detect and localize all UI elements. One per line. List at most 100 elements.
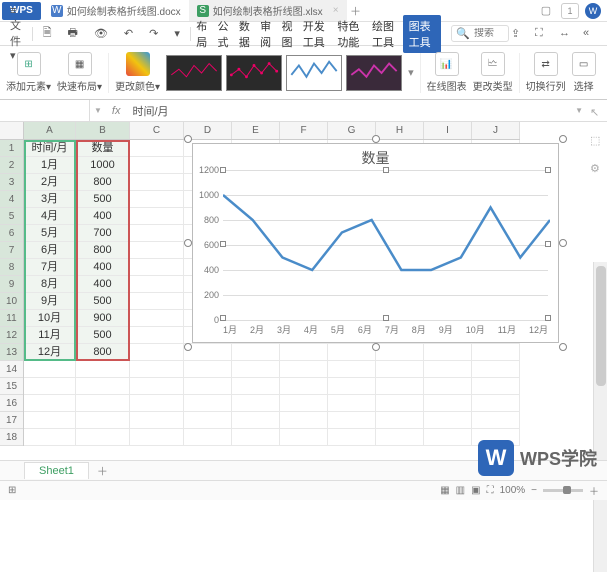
zoom-in-button[interactable]: ＋ bbox=[589, 483, 599, 498]
cell[interactable] bbox=[184, 395, 232, 412]
cell[interactable] bbox=[376, 395, 424, 412]
row-header[interactable]: 14 bbox=[0, 361, 23, 378]
search-input[interactable] bbox=[474, 28, 504, 39]
cell[interactable] bbox=[76, 378, 130, 395]
redo-icon[interactable]: ↷ bbox=[143, 25, 164, 42]
cell[interactable] bbox=[184, 344, 232, 361]
row-header[interactable]: 13 bbox=[0, 344, 23, 361]
ribbon-tab-公式[interactable]: 公式 bbox=[214, 16, 235, 52]
share-icon[interactable]: ⇪ bbox=[511, 27, 527, 41]
column-header[interactable]: I bbox=[424, 122, 472, 139]
fx-label[interactable]: fx bbox=[106, 105, 127, 117]
view-break-icon[interactable]: ▣ bbox=[471, 485, 480, 496]
chart-title[interactable]: 数量 bbox=[193, 144, 558, 172]
cell[interactable]: 12月 bbox=[24, 344, 76, 361]
cell[interactable]: 9月 bbox=[24, 293, 76, 310]
row-header[interactable]: 11 bbox=[0, 310, 23, 327]
save-icon[interactable]: 🗎 bbox=[37, 22, 58, 45]
cell[interactable] bbox=[232, 378, 280, 395]
cell[interactable] bbox=[472, 412, 520, 429]
column-header[interactable]: G bbox=[328, 122, 376, 139]
row-header[interactable]: 8 bbox=[0, 259, 23, 276]
dropdown-icon[interactable]: ▾ bbox=[168, 25, 186, 42]
cell[interactable] bbox=[328, 344, 376, 361]
cell[interactable] bbox=[472, 344, 520, 361]
scrollbar-thumb[interactable] bbox=[596, 266, 606, 386]
cell[interactable]: 500 bbox=[76, 327, 130, 344]
column-header[interactable]: F bbox=[280, 122, 328, 139]
cell[interactable] bbox=[130, 259, 184, 276]
cell[interactable] bbox=[424, 344, 472, 361]
preview-icon[interactable]: 👁 bbox=[88, 25, 114, 42]
cell[interactable]: 11月 bbox=[24, 327, 76, 344]
column-header[interactable]: B bbox=[76, 122, 130, 139]
cell[interactable] bbox=[232, 344, 280, 361]
cell[interactable]: 7月 bbox=[24, 259, 76, 276]
chart-style-gallery[interactable] bbox=[166, 55, 402, 91]
cell[interactable] bbox=[130, 174, 184, 191]
cell[interactable]: 时间/月 bbox=[24, 140, 76, 157]
cell[interactable] bbox=[24, 429, 76, 446]
zoom-slider[interactable] bbox=[543, 489, 583, 492]
cell[interactable] bbox=[130, 395, 184, 412]
cell[interactable]: 2月 bbox=[24, 174, 76, 191]
cell[interactable]: 400 bbox=[76, 259, 130, 276]
cell[interactable] bbox=[328, 429, 376, 446]
cell[interactable] bbox=[328, 395, 376, 412]
cell[interactable] bbox=[232, 395, 280, 412]
cell[interactable] bbox=[130, 191, 184, 208]
sheet-tab[interactable]: Sheet1 bbox=[24, 462, 89, 479]
cell[interactable]: 800 bbox=[76, 174, 130, 191]
row-header[interactable]: 10 bbox=[0, 293, 23, 310]
cell[interactable] bbox=[130, 225, 184, 242]
cell[interactable]: 数量 bbox=[76, 140, 130, 157]
column-header[interactable]: A bbox=[24, 122, 76, 139]
cell[interactable] bbox=[376, 344, 424, 361]
zoom-out-button[interactable]: − bbox=[531, 485, 537, 496]
cell[interactable]: 6月 bbox=[24, 242, 76, 259]
cell[interactable] bbox=[280, 361, 328, 378]
cell[interactable]: 5月 bbox=[24, 225, 76, 242]
view-full-icon[interactable]: ⛶ bbox=[487, 485, 494, 496]
cell[interactable] bbox=[376, 361, 424, 378]
row-header[interactable]: 1 bbox=[0, 140, 23, 157]
chart-style-4[interactable] bbox=[346, 55, 402, 91]
vertical-scrollbar[interactable] bbox=[593, 262, 607, 572]
cell[interactable]: 10月 bbox=[24, 310, 76, 327]
cell[interactable] bbox=[376, 378, 424, 395]
cell[interactable] bbox=[232, 361, 280, 378]
ribbon-tab-审阅[interactable]: 审阅 bbox=[256, 16, 277, 52]
name-box[interactable] bbox=[0, 100, 90, 121]
cell[interactable] bbox=[424, 412, 472, 429]
column-header[interactable]: J bbox=[472, 122, 520, 139]
cell[interactable]: 1月 bbox=[24, 157, 76, 174]
ribbon-tab-布局[interactable]: 布局 bbox=[192, 16, 213, 52]
cell[interactable]: 900 bbox=[76, 310, 130, 327]
column-header[interactable]: E bbox=[232, 122, 280, 139]
formula-expand-icon[interactable]: ▼ bbox=[571, 106, 587, 115]
cell[interactable]: 500 bbox=[76, 191, 130, 208]
cell[interactable] bbox=[130, 276, 184, 293]
cell[interactable] bbox=[24, 378, 76, 395]
online-chart-button[interactable]: 📊 在线图表 bbox=[427, 52, 467, 93]
cell[interactable] bbox=[76, 395, 130, 412]
quick-layout-button[interactable]: ▦ 快速布局▾ bbox=[57, 52, 102, 93]
cell[interactable] bbox=[24, 412, 76, 429]
cell[interactable] bbox=[376, 412, 424, 429]
column-header[interactable]: D bbox=[184, 122, 232, 139]
row-headers[interactable]: 123456789101112131415161718 bbox=[0, 140, 24, 446]
view-layout-icon[interactable]: ▥ bbox=[456, 485, 465, 496]
cell[interactable]: 1000 bbox=[76, 157, 130, 174]
ribbon-tab-图表工具[interactable]: 图表工具 bbox=[403, 15, 442, 53]
add-sheet-button[interactable]: ＋ bbox=[89, 461, 116, 481]
cell[interactable] bbox=[184, 412, 232, 429]
row-header[interactable]: 4 bbox=[0, 191, 23, 208]
chart-style-3[interactable] bbox=[286, 55, 342, 91]
row-header[interactable]: 16 bbox=[0, 395, 23, 412]
cell[interactable] bbox=[76, 361, 130, 378]
print-icon[interactable]: 🖶 bbox=[62, 22, 84, 45]
row-header[interactable]: 3 bbox=[0, 174, 23, 191]
ribbon-tab-特色功能[interactable]: 特色功能 bbox=[333, 16, 368, 52]
wps-account-icon[interactable]: W bbox=[585, 3, 601, 19]
formula-input[interactable]: 时间/月 bbox=[126, 103, 571, 119]
